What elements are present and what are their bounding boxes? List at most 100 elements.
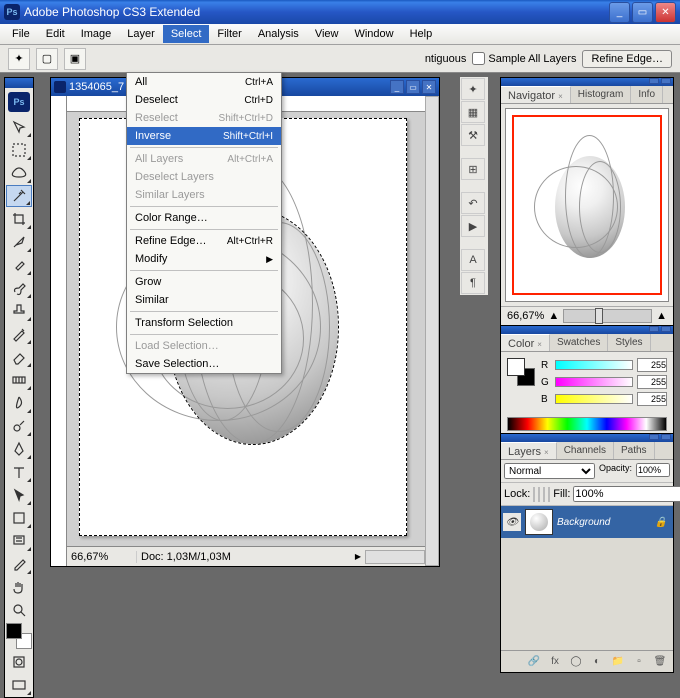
panel-icon-actions[interactable]: ▶: [461, 215, 485, 237]
doc-maximize-button[interactable]: ▭: [406, 80, 420, 94]
menu-view[interactable]: View: [307, 25, 347, 43]
panel-minimize-icon[interactable]: [649, 326, 659, 332]
zoom-slider[interactable]: [563, 309, 652, 323]
magic-wand-tool[interactable]: [6, 185, 32, 207]
layer-mask-icon[interactable]: ◯: [567, 654, 585, 670]
doc-close-button[interactable]: ✕: [422, 80, 436, 94]
tab-layers[interactable]: Layers×: [501, 442, 557, 459]
gradient-tool[interactable]: [6, 369, 32, 391]
fill-input[interactable]: [573, 486, 680, 502]
link-layers-icon[interactable]: 🔗: [525, 654, 543, 670]
lock-position-icon[interactable]: [543, 487, 545, 502]
menu-file[interactable]: File: [4, 25, 38, 43]
menu-item-color-range-[interactable]: Color Range…: [127, 209, 281, 227]
notes-tool[interactable]: [6, 530, 32, 552]
panel-close-icon[interactable]: [661, 434, 671, 440]
navigator-thumbnail[interactable]: [505, 108, 669, 302]
v-scrollbar[interactable]: [425, 96, 439, 566]
tab-channels[interactable]: Channels: [557, 442, 614, 459]
r-slider[interactable]: [555, 360, 633, 370]
zoom-level[interactable]: 66,67%: [67, 551, 137, 563]
new-layer-icon[interactable]: ▫: [630, 654, 648, 670]
tab-styles[interactable]: Styles: [608, 334, 650, 351]
b-input[interactable]: [637, 392, 667, 406]
dodge-tool[interactable]: [6, 415, 32, 437]
pen-tool[interactable]: [6, 438, 32, 460]
menu-item-transform-selection[interactable]: Transform Selection: [127, 314, 281, 332]
color-spectrum[interactable]: [507, 417, 667, 431]
panel-icon-brushes[interactable]: ✦: [461, 78, 485, 100]
sample-all-checkbox[interactable]: Sample All Layers: [472, 52, 576, 65]
panel-icon-paragraph[interactable]: ¶: [461, 272, 485, 294]
menu-item-inverse[interactable]: InverseShift+Ctrl+I: [127, 127, 281, 145]
opacity-input[interactable]: [636, 463, 670, 477]
crop-tool[interactable]: [6, 208, 32, 230]
g-input[interactable]: [637, 375, 667, 389]
layer-row-background[interactable]: 👁 Background 🔒: [501, 506, 673, 538]
refine-edge-button[interactable]: Refine Edge…: [582, 50, 672, 68]
panel-icon-history[interactable]: ↶: [461, 192, 485, 214]
layer-group-icon[interactable]: 📁: [609, 654, 627, 670]
tab-swatches[interactable]: Swatches: [550, 334, 608, 351]
panel-icon-tool-presets[interactable]: ⚒: [461, 124, 485, 146]
menu-image[interactable]: Image: [73, 25, 120, 43]
adjustment-layer-icon[interactable]: ◐: [588, 654, 606, 670]
doc-info[interactable]: Doc: 1,03M/1,03M: [137, 551, 351, 563]
panel-minimize-icon[interactable]: [649, 78, 659, 84]
g-slider[interactable]: [555, 377, 633, 387]
menu-item-modify[interactable]: Modify▶: [127, 250, 281, 268]
color-swatches[interactable]: [6, 623, 32, 649]
selection-new-icon[interactable]: ▢: [36, 48, 58, 70]
menu-item-similar[interactable]: Similar: [127, 291, 281, 309]
history-brush-tool[interactable]: [6, 323, 32, 345]
layer-thumbnail[interactable]: [525, 509, 553, 535]
screenmode-tool[interactable]: [6, 674, 32, 696]
menu-select[interactable]: Select: [163, 25, 210, 43]
menu-item-refine-edge-[interactable]: Refine Edge…Alt+Ctrl+R: [127, 232, 281, 250]
r-input[interactable]: [637, 358, 667, 372]
tab-paths[interactable]: Paths: [614, 442, 655, 459]
zoom-tool[interactable]: [6, 599, 32, 621]
navigator-zoom[interactable]: 66,67%: [507, 310, 544, 322]
shape-tool[interactable]: [6, 507, 32, 529]
doc-minimize-button[interactable]: _: [390, 80, 404, 94]
menu-item-all[interactable]: AllCtrl+A: [127, 73, 281, 91]
quickmask-tool[interactable]: [6, 651, 32, 673]
visibility-icon[interactable]: 👁: [503, 513, 521, 531]
brush-tool[interactable]: [6, 277, 32, 299]
zoom-out-icon[interactable]: ▲: [548, 310, 559, 322]
layer-name[interactable]: Background: [557, 517, 655, 528]
blur-tool[interactable]: [6, 392, 32, 414]
layer-style-icon[interactable]: fx: [546, 654, 564, 670]
blend-mode-select[interactable]: Normal: [504, 463, 595, 479]
lock-pixels-icon[interactable]: [538, 487, 540, 502]
tab-info[interactable]: Info: [631, 86, 663, 103]
panel-close-icon[interactable]: [661, 78, 671, 84]
ruler-vertical[interactable]: [51, 96, 67, 566]
slice-tool[interactable]: [6, 231, 32, 253]
menu-edit[interactable]: Edit: [38, 25, 73, 43]
tab-histogram[interactable]: Histogram: [571, 86, 632, 103]
lock-all-icon[interactable]: [548, 487, 550, 502]
path-select-tool[interactable]: [6, 484, 32, 506]
maximize-button[interactable]: ▭: [632, 2, 653, 23]
color-fg-bg-swatches[interactable]: [507, 358, 535, 386]
marquee-tool[interactable]: [6, 139, 32, 161]
menu-help[interactable]: Help: [402, 25, 441, 43]
menu-layer[interactable]: Layer: [119, 25, 163, 43]
panel-close-icon[interactable]: [661, 326, 671, 332]
menu-window[interactable]: Window: [346, 25, 401, 43]
move-tool[interactable]: [6, 116, 32, 138]
stamp-tool[interactable]: [6, 300, 32, 322]
menu-filter[interactable]: Filter: [209, 25, 249, 43]
lasso-tool[interactable]: [6, 162, 32, 184]
zoom-in-icon[interactable]: ▲: [656, 310, 667, 322]
panel-minimize-icon[interactable]: [649, 434, 659, 440]
panel-icon-character[interactable]: A: [461, 249, 485, 271]
eraser-tool[interactable]: [6, 346, 32, 368]
tab-navigator[interactable]: Navigator×: [501, 86, 571, 103]
healing-tool[interactable]: [6, 254, 32, 276]
h-scrollbar[interactable]: [365, 550, 425, 564]
selection-add-icon[interactable]: ▣: [64, 48, 86, 70]
hand-tool[interactable]: [6, 576, 32, 598]
